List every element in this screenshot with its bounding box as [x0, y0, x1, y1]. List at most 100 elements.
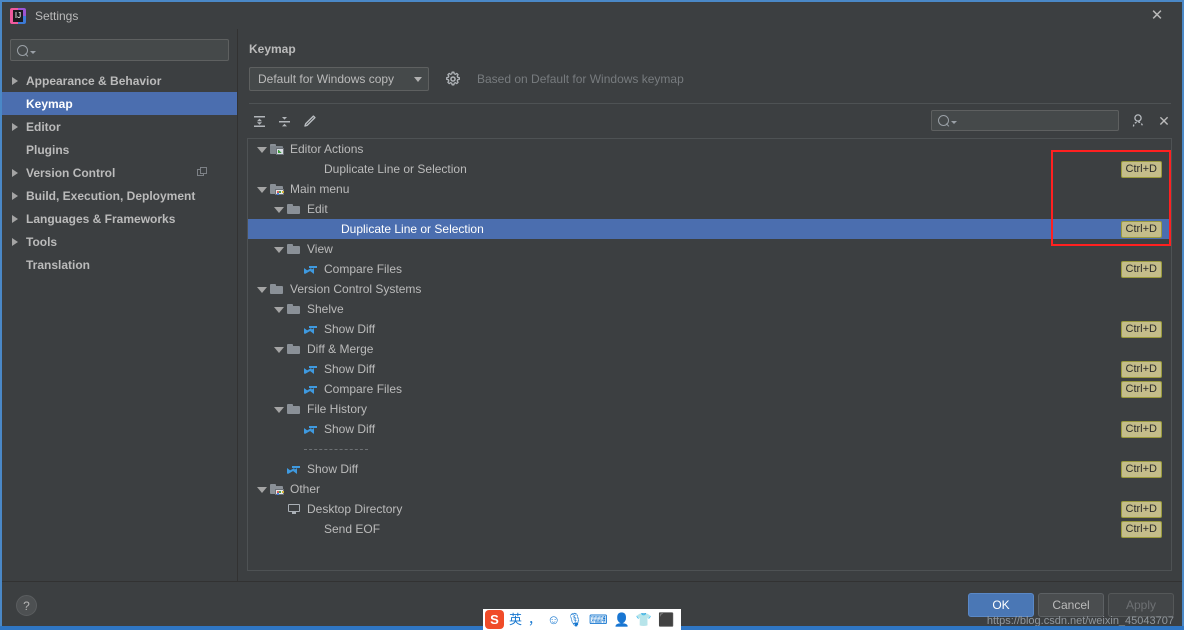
tree-row[interactable]: Desktop Directory Ctrl+D [248, 499, 1171, 519]
ime-icon-6[interactable]: 👕 [636, 609, 652, 630]
sidebar-search-input[interactable] [36, 42, 228, 58]
tree-row[interactable]: Version Control Systems [248, 279, 1171, 299]
ok-button[interactable]: OK [968, 593, 1034, 617]
ime-icon-7[interactable]: ⬛ [658, 609, 674, 630]
tree-row[interactable]: Main menu [248, 179, 1171, 199]
tree-row[interactable]: Editor Actions [248, 139, 1171, 159]
chevron-down-icon[interactable] [273, 404, 284, 415]
tree-row-label: Other [290, 482, 321, 496]
tree-row[interactable]: Duplicate Line or Selection Ctrl+D [248, 159, 1171, 179]
keymap-panel: Keymap Default for Windows copy Based on… [238, 29, 1182, 581]
sidebar-item-translation[interactable]: Translation [2, 253, 237, 276]
ime-icon-5[interactable]: 👤 [614, 609, 630, 630]
tree-row[interactable]: View [248, 239, 1171, 259]
sidebar-search-wrap [2, 35, 237, 69]
shortcut-badge[interactable]: Ctrl+D [1120, 501, 1162, 518]
expand-all-icon[interactable] [251, 113, 268, 130]
shortcut-badge[interactable]: Ctrl+D [1120, 461, 1162, 478]
tree-row-label: View [307, 242, 333, 256]
tree-row[interactable]: Edit [248, 199, 1171, 219]
folder-green-icon [269, 142, 285, 156]
gear-icon[interactable] [445, 71, 461, 87]
tree-row[interactable]: Show Diff Ctrl+D [248, 459, 1171, 479]
chevron-down-icon[interactable] [256, 184, 267, 195]
filter-by-shortcut-icon[interactable] [1129, 112, 1147, 130]
sidebar-item-version-control[interactable]: Version Control [2, 161, 237, 184]
help-button[interactable]: ? [16, 594, 37, 616]
ime-icon-3[interactable]: 🎙 [566, 609, 583, 630]
ime-icon-0[interactable]: 英 [509, 609, 522, 630]
shortcut-badge[interactable]: Ctrl+D [1120, 421, 1162, 438]
tree-row[interactable]: Other [248, 479, 1171, 499]
close-icon[interactable]: ✕ [1142, 2, 1172, 29]
tree-row[interactable]: Show Diff Ctrl+D [248, 419, 1171, 439]
ime-icon-4[interactable]: ⌨ [589, 609, 608, 630]
tree-separator [304, 449, 368, 451]
tree-row[interactable]: Send EOF Ctrl+D [248, 519, 1171, 539]
chevron-down-icon [414, 76, 422, 82]
edit-pencil-icon[interactable] [301, 113, 318, 130]
chevron-right-icon [12, 237, 18, 246]
sidebar-search-box[interactable] [10, 39, 229, 61]
chevron-down-icon[interactable] [256, 484, 267, 495]
keymap-tree-container[interactable]: Editor Actions Duplicate Line or Selectio… [247, 138, 1172, 571]
sidebar-item-languages-frameworks[interactable]: Languages & Frameworks [2, 207, 237, 230]
tree-row[interactable]: Diff & Merge [248, 339, 1171, 359]
sidebar-item-keymap[interactable]: Keymap [2, 92, 237, 115]
keymap-search-input[interactable] [957, 112, 1118, 129]
keymap-dropdown[interactable]: Default for Windows copy [249, 67, 429, 91]
chevron-down-icon[interactable] [273, 244, 284, 255]
ime-toolbar[interactable]: S 英 ， ☺ 🎙 ⌨ 👤 👕 ⬛ [483, 609, 682, 630]
shortcut-badge[interactable]: Ctrl+D [1120, 361, 1162, 378]
cancel-button[interactable]: Cancel [1038, 593, 1104, 617]
intellij-idea-icon: IJ [10, 7, 26, 24]
sidebar-item-tools[interactable]: Tools [2, 230, 237, 253]
sidebar-item-appearance-behavior[interactable]: Appearance & Behavior [2, 69, 237, 92]
chevron-down-icon[interactable] [273, 304, 284, 315]
sidebar-item-plugins[interactable]: Plugins [2, 138, 237, 161]
chevron-down-icon[interactable] [273, 204, 284, 215]
sidebar-item-label: Languages & Frameworks [26, 211, 176, 226]
sidebar-item-editor[interactable]: Editor [2, 115, 237, 138]
shortcut-badge[interactable]: Ctrl+D [1120, 261, 1162, 278]
tree-row-label: Show Diff [324, 362, 376, 376]
shortcut-badge[interactable]: Ctrl+D [1120, 381, 1162, 398]
tree-row[interactable]: File History [248, 399, 1171, 419]
tree-row[interactable] [248, 439, 1171, 459]
sidebar-item-label: Translation [26, 257, 91, 272]
sidebar-item-build-execution-deployment[interactable]: Build, Execution, Deployment [2, 184, 237, 207]
diff-arrows-icon [303, 262, 319, 276]
shortcut-badge[interactable]: Ctrl+D [1120, 521, 1162, 538]
shortcut-badge[interactable]: Ctrl+D [1120, 221, 1162, 238]
ime-icon-2[interactable]: ☺ [547, 609, 560, 630]
diff-arrows-icon [303, 322, 319, 336]
chevron-down-icon[interactable] [256, 144, 267, 155]
tree-row[interactable]: Compare Files Ctrl+D [248, 379, 1171, 399]
tree-row-label: Diff & Merge [307, 342, 374, 356]
ime-icon-1[interactable]: ， [528, 609, 541, 630]
tree-row[interactable]: Show Diff Ctrl+D [248, 319, 1171, 339]
shortcut-badge[interactable]: Ctrl+D [1120, 161, 1162, 178]
sidebar-item-list: Appearance & Behavior Keymap Editor Plugins… [2, 69, 237, 276]
chevron-down-icon[interactable] [273, 344, 284, 355]
keymap-toolbar: ✕ [247, 104, 1172, 138]
clear-filter-icon[interactable]: ✕ [1156, 113, 1172, 129]
tree-row[interactable]: Shelve [248, 299, 1171, 319]
ime-icon-list: 英 ， ☺ 🎙 ⌨ 👤 👕 ⬛ [506, 609, 677, 630]
tree-row[interactable]: Duplicate Line or Selection Ctrl+D [248, 219, 1171, 239]
shortcut-badge[interactable]: Ctrl+D [1120, 321, 1162, 338]
chevron-down-icon[interactable] [256, 284, 267, 295]
sogou-logo-icon[interactable]: S [485, 610, 504, 629]
folder-icon [286, 242, 302, 256]
keymap-based-on-label: Based on Default for Windows keymap [477, 72, 684, 86]
tree-row[interactable]: Show Diff Ctrl+D [248, 359, 1171, 379]
collapse-all-icon[interactable] [276, 113, 293, 130]
sidebar-item-label: Plugins [26, 142, 70, 157]
diff-arrows-icon [286, 462, 302, 476]
search-icon [17, 44, 28, 56]
tree-row[interactable]: Compare Files Ctrl+D [248, 259, 1171, 279]
keymap-search-box[interactable] [931, 110, 1119, 131]
